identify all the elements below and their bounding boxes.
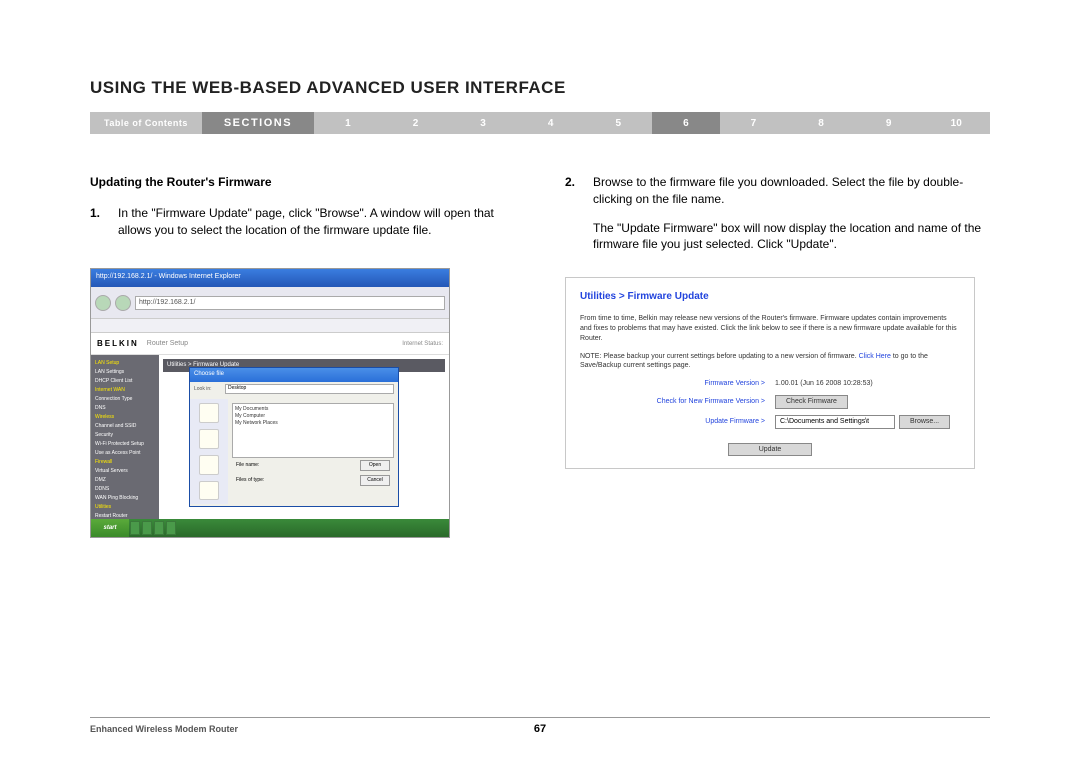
file-dialog-title: Choose file bbox=[190, 368, 398, 382]
nav-sections-label: SECTIONS bbox=[202, 112, 314, 134]
sidebar-item[interactable]: Utilities bbox=[95, 503, 155, 512]
nav-section-1[interactable]: 1 bbox=[314, 112, 382, 134]
task-item[interactable] bbox=[166, 521, 176, 535]
sidebar-item[interactable]: DMZ bbox=[95, 476, 155, 485]
forward-icon[interactable] bbox=[115, 295, 131, 311]
file-dialog-places bbox=[190, 399, 228, 504]
sidebar-item[interactable]: Channel and SSID bbox=[95, 422, 155, 431]
nav-section-9[interactable]: 9 bbox=[855, 112, 923, 134]
screenshot-browser-window: http://192.168.2.1/ - Windows Internet E… bbox=[90, 268, 450, 538]
file-dialog: Choose file Look in: Desktop bbox=[189, 367, 399, 507]
desktop-icon[interactable] bbox=[199, 429, 219, 449]
list-item[interactable]: My Documents bbox=[235, 406, 391, 413]
nav-section-4[interactable]: 4 bbox=[517, 112, 585, 134]
firmware-path-input[interactable]: C:\Documents and Settings\t bbox=[775, 415, 895, 429]
mydocs-icon[interactable] bbox=[199, 455, 219, 475]
page-footer: Enhanced Wireless Modem Router 67 bbox=[90, 717, 990, 734]
panel-note: NOTE: Please backup your current setting… bbox=[580, 352, 960, 372]
page-title: USING THE WEB-BASED ADVANCED USER INTERF… bbox=[90, 78, 990, 98]
step-1-num: 1. bbox=[90, 205, 106, 239]
internet-status: Internet Status: bbox=[402, 340, 443, 348]
step-1: 1. In the "Firmware Update" page, click … bbox=[90, 205, 515, 239]
belkin-subtitle: Router Setup bbox=[147, 339, 188, 349]
nav-section-7[interactable]: 7 bbox=[720, 112, 788, 134]
footer-page-number: 67 bbox=[534, 723, 546, 735]
sidebar-item[interactable]: Firewall bbox=[95, 458, 155, 467]
recent-icon[interactable] bbox=[199, 403, 219, 423]
task-item[interactable] bbox=[154, 521, 164, 535]
check-fw-label: Check for New Firmware Version > bbox=[580, 397, 775, 407]
right-column: 2. Browse to the firmware file you downl… bbox=[565, 174, 990, 538]
sidebar-item[interactable]: DHCP Client List bbox=[95, 377, 155, 386]
subheading: Updating the Router's Firmware bbox=[90, 174, 515, 191]
ie-toolbar: http://192.168.2.1/ bbox=[91, 287, 449, 319]
step-2-text: Browse to the firmware file you download… bbox=[593, 174, 990, 208]
check-firmware-button[interactable]: Check Firmware bbox=[775, 395, 848, 409]
sidebar-item[interactable]: LAN Setup bbox=[95, 359, 155, 368]
taskbar: start bbox=[91, 519, 449, 537]
step-1-text: In the "Firmware Update" page, click "Br… bbox=[118, 205, 515, 239]
back-icon[interactable] bbox=[95, 295, 111, 311]
belkin-header: BELKIN Router Setup Internet Status: bbox=[91, 333, 449, 355]
start-button[interactable]: start bbox=[91, 519, 129, 537]
screenshot-firmware-panel: Utilities > Firmware Update From time to… bbox=[565, 277, 975, 469]
task-item[interactable] bbox=[130, 521, 140, 535]
file-list[interactable]: My Documents My Computer My Network Plac… bbox=[232, 403, 394, 458]
step-2-num: 2. bbox=[565, 174, 581, 253]
lookin-label: Look in: bbox=[194, 386, 222, 393]
sidebar-item[interactable]: Use as Access Point bbox=[95, 449, 155, 458]
update-fw-label: Update Firmware > bbox=[580, 417, 775, 427]
nav-section-10[interactable]: 10 bbox=[922, 112, 990, 134]
sidebar-item[interactable]: DDNS bbox=[95, 485, 155, 494]
browse-button[interactable]: Browse... bbox=[899, 415, 950, 429]
address-bar[interactable]: http://192.168.2.1/ bbox=[135, 296, 445, 310]
step-2: 2. Browse to the firmware file you downl… bbox=[565, 174, 990, 253]
filetype-label: Files of type: bbox=[236, 477, 276, 484]
panel-title: Utilities > Firmware Update bbox=[580, 290, 960, 304]
router-sidebar: LAN Setup LAN Settings DHCP Client List … bbox=[91, 355, 159, 520]
cancel-button[interactable]: Cancel bbox=[360, 475, 390, 486]
sidebar-item[interactable]: LAN Settings bbox=[95, 368, 155, 377]
nav-section-8[interactable]: 8 bbox=[787, 112, 855, 134]
fw-version-value: 1.00.01 (Jun 16 2008 10:28:53) bbox=[775, 379, 873, 389]
click-here-link[interactable]: Click Here bbox=[859, 353, 891, 360]
section-nav: Table of Contents SECTIONS 1 2 3 4 5 6 7… bbox=[90, 112, 990, 134]
nav-toc[interactable]: Table of Contents bbox=[90, 112, 202, 134]
sidebar-item[interactable]: Security bbox=[95, 431, 155, 440]
mycomputer-icon[interactable] bbox=[199, 481, 219, 501]
task-item[interactable] bbox=[142, 521, 152, 535]
router-main: Utilities > Firmware Update Choose file … bbox=[159, 355, 449, 520]
footer-product: Enhanced Wireless Modem Router bbox=[90, 724, 238, 734]
sidebar-item[interactable]: Wireless bbox=[95, 413, 155, 422]
open-button[interactable]: Open bbox=[360, 460, 390, 471]
sidebar-item[interactable]: Virtual Servers bbox=[95, 467, 155, 476]
ie-tabs bbox=[91, 319, 449, 333]
sidebar-item[interactable]: WAN Ping Blocking bbox=[95, 494, 155, 503]
sidebar-item[interactable]: DNS bbox=[95, 404, 155, 413]
panel-para1: From time to time, Belkin may release ne… bbox=[580, 314, 960, 343]
update-button[interactable]: Update bbox=[728, 443, 813, 457]
sidebar-item[interactable]: Connection Type bbox=[95, 395, 155, 404]
sidebar-item[interactable]: Internet WAN bbox=[95, 386, 155, 395]
filename-label: File name: bbox=[236, 462, 276, 469]
lookin-select[interactable]: Desktop bbox=[225, 384, 394, 394]
nav-section-3[interactable]: 3 bbox=[449, 112, 517, 134]
fw-version-label: Firmware Version > bbox=[580, 379, 775, 389]
ie-titlebar: http://192.168.2.1/ - Windows Internet E… bbox=[91, 269, 449, 287]
list-item[interactable]: My Network Places bbox=[235, 420, 391, 427]
nav-section-5[interactable]: 5 bbox=[584, 112, 652, 134]
step-2-para2: The "Update Firmware" box will now displ… bbox=[593, 220, 990, 254]
belkin-logo: BELKIN bbox=[97, 338, 139, 349]
sidebar-item[interactable]: Wi-Fi Protected Setup bbox=[95, 440, 155, 449]
nav-section-2[interactable]: 2 bbox=[382, 112, 450, 134]
nav-section-6[interactable]: 6 bbox=[652, 112, 720, 134]
left-column: Updating the Router's Firmware 1. In the… bbox=[90, 174, 515, 538]
list-item[interactable]: My Computer bbox=[235, 413, 391, 420]
